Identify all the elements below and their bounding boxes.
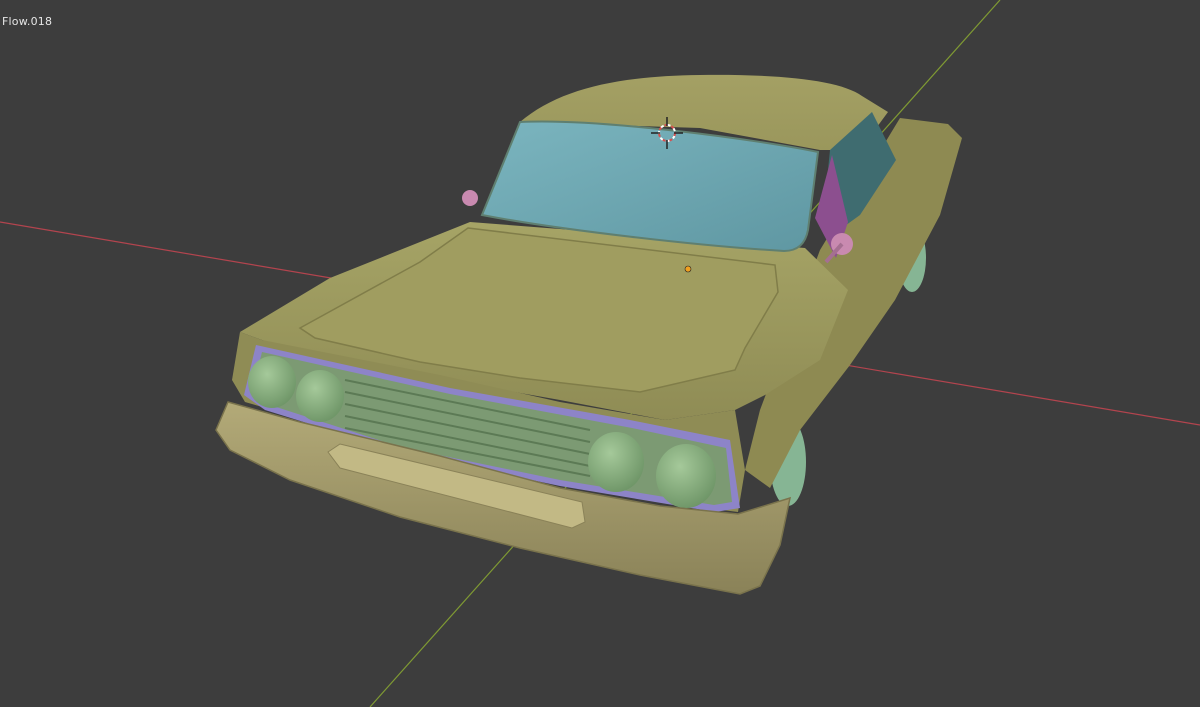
car-model[interactable]: [215, 74, 962, 595]
viewport-scene[interactable]: [0, 0, 1200, 707]
active-object-name: Flow.018: [2, 15, 53, 28]
3d-viewport[interactable]: Flow.018: [0, 0, 1200, 707]
object-origin-icon: [684, 265, 692, 273]
